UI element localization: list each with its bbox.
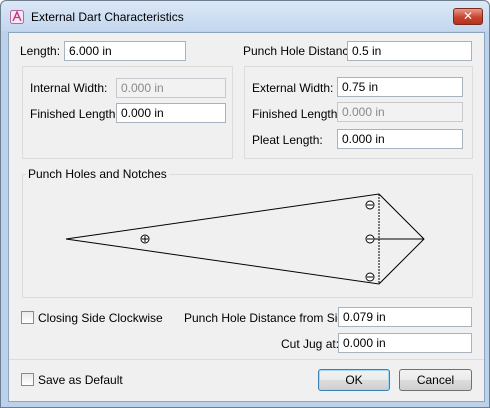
ok-button[interactable]: OK — [318, 369, 390, 391]
cut-jug-label: Cut Jug at: — [281, 337, 340, 351]
close-icon: ✕ — [462, 9, 474, 23]
close-button[interactable]: ✕ — [453, 8, 483, 25]
app-icon — [10, 10, 24, 24]
side-distance-label: Punch Hole Distance from Side: — [184, 311, 355, 325]
window-title: External Dart Characteristics — [31, 10, 184, 24]
notch-marker-top — [365, 200, 375, 210]
cut-jug-input[interactable]: 0.000 in — [338, 333, 472, 353]
cancel-button[interactable]: Cancel — [399, 369, 472, 391]
closing-side-label[interactable]: Closing Side Clockwise — [38, 311, 163, 325]
save-default-label[interactable]: Save as Default — [38, 373, 123, 387]
notch-marker-middle — [365, 234, 375, 244]
title-bar[interactable]: External Dart Characteristics ✕ — [1, 1, 489, 31]
dialog-content: Length: 6.000 in Punch Hole Distance: 0.… — [8, 32, 485, 402]
closing-side-checkbox[interactable] — [21, 311, 34, 324]
punch-hole-center — [140, 234, 150, 244]
separator — [9, 359, 484, 360]
side-distance-input[interactable]: 0.079 in — [338, 307, 472, 327]
notch-marker-bottom — [365, 272, 375, 282]
save-default-checkbox[interactable] — [21, 373, 34, 386]
dialog-window: External Dart Characteristics ✕ Length: … — [0, 0, 490, 408]
